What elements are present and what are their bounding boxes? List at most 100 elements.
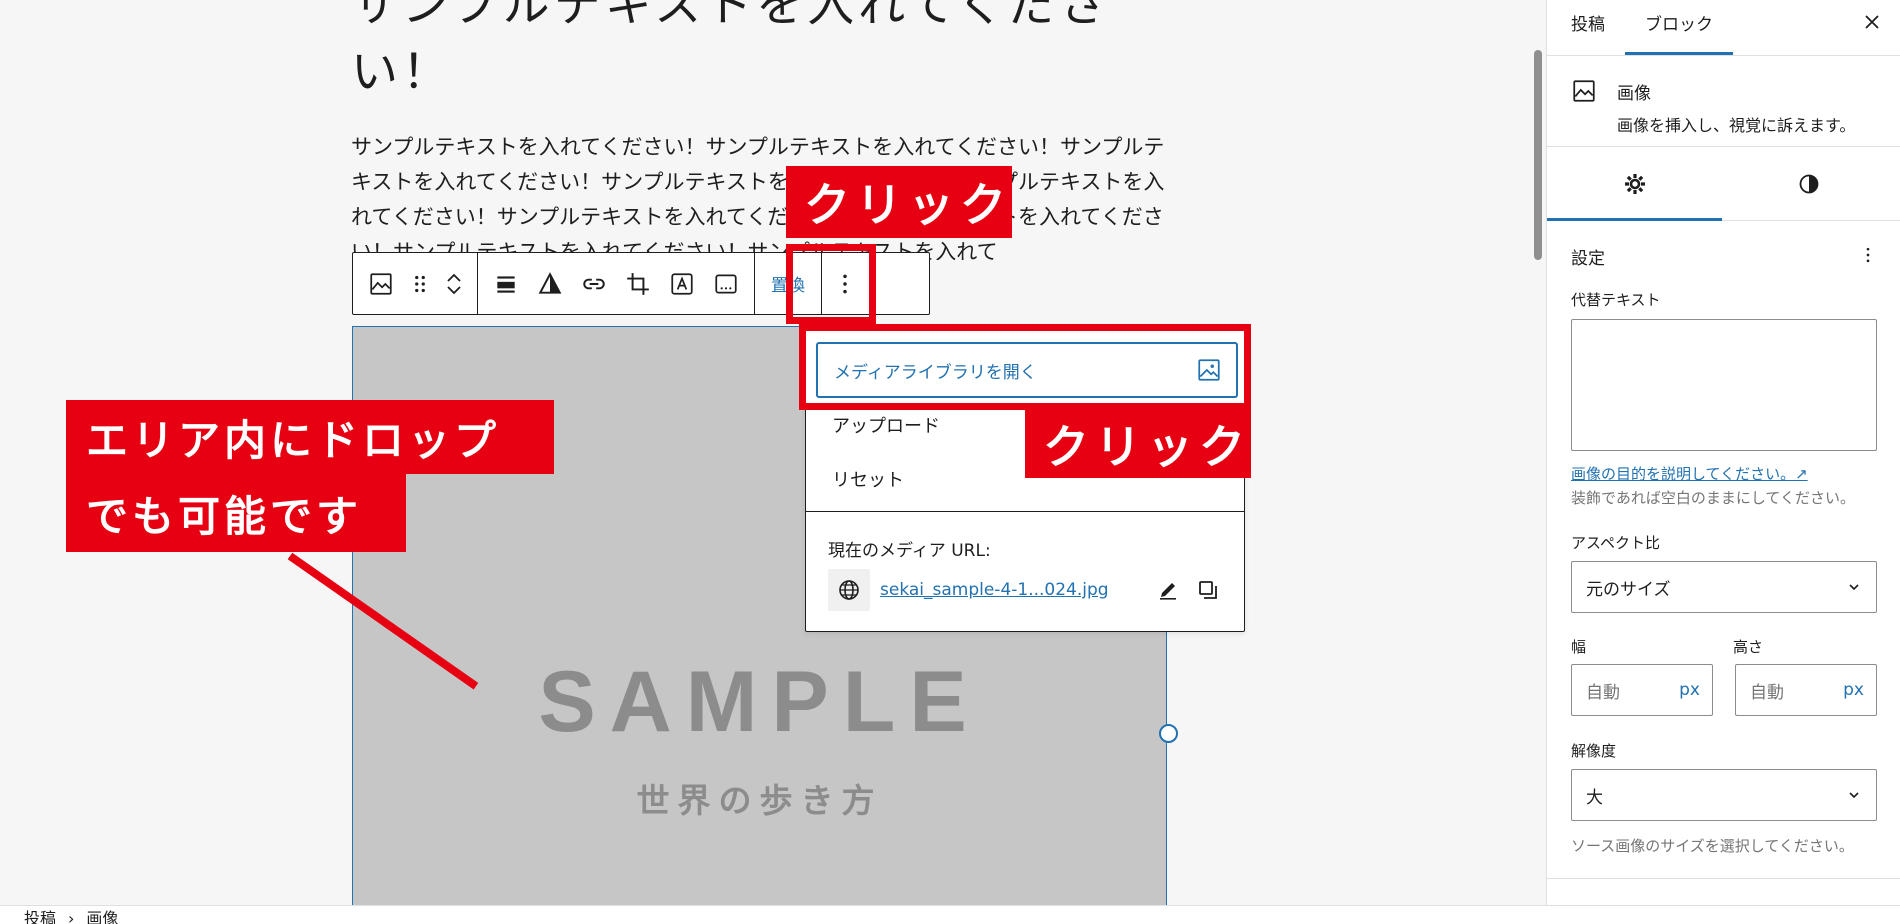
close-icon[interactable]: [1860, 10, 1884, 34]
gear-icon[interactable]: [1623, 172, 1647, 196]
crop-icon: [627, 272, 649, 295]
dropdown-divider: [806, 511, 1244, 512]
annotation-label-click-top: クリック: [786, 166, 1012, 238]
annotation-label-click-menu: クリック: [1025, 410, 1251, 478]
toolbar-group-tools: [478, 253, 755, 314]
chevron-down-icon[interactable]: [445, 284, 463, 298]
globe-icon: [839, 580, 859, 600]
image-block-switcher-button[interactable]: [359, 260, 403, 308]
height-input[interactable]: 自動 px: [1735, 664, 1877, 716]
current-media-row: sekai_sample-4-1...024.jpg: [828, 569, 1228, 611]
toolbar-group-options: [822, 253, 868, 314]
align-button[interactable]: [484, 260, 528, 308]
drag-handle-icon: [415, 275, 425, 292]
pencil-icon: [1160, 583, 1176, 600]
block-toolbar: 置換: [352, 252, 930, 315]
drag-handle[interactable]: [403, 260, 437, 308]
sidebar-tabs: 投稿 ブロック: [1547, 0, 1900, 56]
editor-canvas: サンプルテキストを入れてくださ い！ サンプルテキストを入れてください！サンプル…: [0, 0, 1530, 905]
resolution-help-text: ソース画像のサイズを選択してください。: [1571, 837, 1854, 855]
block-card-title: 画像: [1617, 84, 1651, 104]
block-options-button[interactable]: [828, 260, 862, 308]
tab-post[interactable]: 投稿: [1571, 10, 1605, 35]
sample-image-text: SAMPLE: [538, 654, 981, 750]
alt-text-label: 代替テキスト: [1571, 291, 1661, 309]
inspector-subtabs: [1547, 148, 1900, 221]
post-title-line-2: い！: [351, 45, 453, 100]
aspect-ratio-label: アスペクト比: [1571, 534, 1660, 552]
more-vertical-icon: [843, 274, 847, 293]
edit-url-button[interactable]: [1148, 570, 1188, 610]
canvas-scrollbar-thumb[interactable]: [1534, 50, 1542, 260]
settings-section-title[interactable]: 設定: [1571, 244, 1605, 269]
aspect-ratio-select[interactable]: 元のサイズ: [1571, 561, 1877, 613]
block-mover: [437, 260, 471, 308]
copy-url-button[interactable]: [1188, 570, 1228, 610]
reset-item[interactable]: リセット: [832, 466, 904, 492]
tab-block[interactable]: ブロック: [1645, 10, 1713, 35]
width-input[interactable]: 自動 px: [1571, 664, 1713, 716]
breadcrumb-separator: ›: [68, 909, 75, 924]
toolbar-group-replace: 置換: [755, 253, 822, 314]
chevron-down-icon: [1849, 584, 1859, 591]
media-icon: [1198, 359, 1220, 381]
resolution-value: 大: [1586, 787, 1603, 808]
width-label: 幅: [1571, 638, 1587, 656]
link-icon: [583, 278, 605, 289]
sample-image-subtext: 世界の歩き方: [636, 781, 883, 820]
post-title-line-1: サンプルテキストを入れてくださ: [351, 0, 1111, 33]
settings-sidebar: 投稿 ブロック 画像 画像を挿入し、視覚に訴えます。 設定 代替テキスト 画像の…: [1546, 0, 1900, 905]
replace-button[interactable]: 置換: [761, 260, 815, 308]
current-url-label: 現在のメディア URL:: [828, 541, 991, 561]
upload-item[interactable]: アップロード: [832, 412, 940, 438]
image-resize-handle[interactable]: [1159, 724, 1178, 743]
chevron-up-icon[interactable]: [445, 270, 463, 284]
duotone-icon: [538, 271, 562, 294]
width-unit-select[interactable]: px: [1679, 680, 1700, 700]
breadcrumb-bar: 投稿 › 画像: [0, 905, 1900, 924]
open-media-library-item[interactable]: メディアライブラリを開く: [816, 342, 1238, 398]
alt-text-help-text: 装飾であれば空白のままにしてください。: [1571, 489, 1855, 507]
tab-active-indicator: [1625, 52, 1733, 55]
height-unit-select[interactable]: px: [1843, 680, 1864, 700]
duotone-filter-button[interactable]: [528, 260, 572, 308]
block-card: 画像 画像を挿入し、視覚に訴えます。: [1547, 57, 1900, 147]
resolution-select[interactable]: 大: [1571, 769, 1877, 821]
crop-button[interactable]: [616, 260, 660, 308]
post-title[interactable]: サンプルテキストを入れてくださ い！: [351, 0, 1151, 106]
caption-icon: [715, 273, 737, 294]
text-over-image-icon: [671, 272, 693, 295]
image-icon: [1573, 80, 1595, 102]
text-overlay-button[interactable]: [660, 260, 704, 308]
annotation-label-drop-line-2: でも可能です: [66, 474, 406, 552]
height-label: 高さ: [1733, 638, 1764, 656]
replace-dropdown: メディアライブラリを開く アップロード リセット 現在のメディア URL: se…: [805, 325, 1245, 632]
chevron-down-icon: [1849, 792, 1859, 799]
globe-icon-box: [828, 569, 870, 611]
alt-text-help-link[interactable]: 画像の目的を説明してください。↗: [1571, 463, 1808, 484]
align-none-icon: [497, 275, 515, 293]
styles-contrast-icon[interactable]: [1797, 172, 1821, 196]
caption-button[interactable]: [704, 260, 748, 308]
sidebar-section-divider: [1547, 878, 1900, 879]
breadcrumb-item-post[interactable]: 投稿: [24, 911, 56, 924]
block-card-description: 画像を挿入し、視覚に訴えます。: [1617, 116, 1856, 135]
copy-icon: [1199, 581, 1217, 599]
subtab-active-indicator: [1547, 218, 1722, 221]
width-placeholder: 自動: [1586, 682, 1620, 703]
image-icon: [370, 272, 392, 295]
aspect-ratio-value: 元のサイズ: [1586, 579, 1671, 600]
current-media-link[interactable]: sekai_sample-4-1...024.jpg: [880, 580, 1148, 600]
resolution-label: 解像度: [1571, 742, 1617, 760]
breadcrumb: 投稿 › 画像: [24, 911, 118, 924]
height-placeholder: 自動: [1750, 682, 1784, 703]
annotation-label-drop-line-1: エリア内にドロップ: [66, 400, 554, 474]
breadcrumb-item-image[interactable]: 画像: [86, 911, 118, 924]
canvas-scrollbar[interactable]: [1530, 0, 1546, 905]
alt-text-input[interactable]: [1571, 319, 1877, 451]
open-media-library-label: メディアライブラリを開く: [834, 362, 1037, 383]
paragraph-block[interactable]: サンプルテキストを入れてください！サンプルテキストを入れてください！サンプルテキ…: [351, 130, 1167, 260]
toolbar-group-block: [353, 253, 478, 314]
link-button[interactable]: [572, 260, 616, 308]
more-vertical-icon[interactable]: [1858, 243, 1878, 267]
